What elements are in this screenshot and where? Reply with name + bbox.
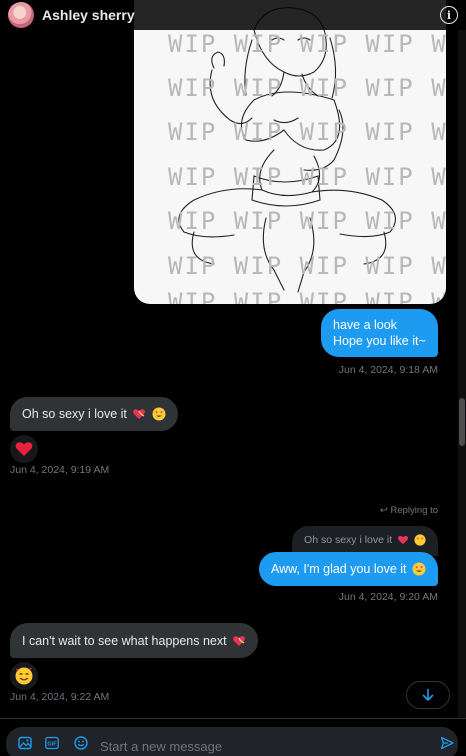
conversation-area[interactable]: WIP WIP WIP WIP WIP WIP WIP WIP WIP WIP … — [0, 0, 458, 718]
emoji-icon[interactable] — [74, 736, 88, 750]
incoming-message[interactable]: I can't wait to see what happens next — [10, 623, 259, 658]
message-timestamp: Jun 4, 2024, 9:19 AM — [10, 464, 110, 476]
watermark-text: WIP WIP WIP WIP WIP — [168, 118, 446, 146]
scrollbar-thumb[interactable] — [459, 398, 465, 446]
outgoing-message[interactable]: Aww, I'm glad you love it — [258, 552, 438, 586]
heart-eyes-icon — [412, 562, 426, 576]
conversation-title[interactable]: Ashley sherry — [42, 7, 135, 23]
message-text: have a look — [333, 318, 397, 332]
heart-icon — [15, 442, 33, 456]
outgoing-message[interactable]: have a look Hope you like it~ — [321, 309, 438, 357]
scroll-to-bottom-button[interactable] — [406, 681, 450, 709]
scrollbar[interactable] — [458, 0, 466, 718]
reaction-badge[interactable] — [10, 435, 38, 463]
image-attachment[interactable]: WIP WIP WIP WIP WIP WIP WIP WIP WIP WIP … — [134, 0, 446, 304]
info-icon[interactable]: i — [440, 6, 458, 24]
message-timestamp: Jun 4, 2024, 9:18 AM — [338, 364, 438, 376]
watermark-text: WIP WIP WIP WIP WIP — [168, 30, 446, 58]
message-text: Hope you like it~ — [333, 334, 426, 348]
smiling-face-with-hearts-icon — [15, 667, 33, 685]
message-text: Oh so sexy i love it — [22, 407, 127, 421]
heart-eyes-icon — [152, 407, 166, 421]
heart-ribbon-icon — [398, 535, 409, 545]
message-composer: GIF — [0, 718, 466, 756]
avatar[interactable] — [8, 2, 34, 28]
image-icon[interactable] — [18, 736, 32, 750]
incoming-message[interactable]: Oh so sexy i love it — [10, 397, 178, 431]
svg-text:GIF: GIF — [47, 742, 57, 748]
message-timestamp: Jun 4, 2024, 9:22 AM — [10, 691, 110, 703]
heart-eyes-icon — [414, 534, 426, 546]
arrow-down-icon — [422, 688, 434, 701]
reaction-badge[interactable] — [10, 662, 38, 690]
send-icon[interactable] — [440, 736, 454, 750]
replying-to-label: ↩ Replying to — [379, 505, 438, 516]
quoted-text: Oh so sexy i love it — [304, 534, 393, 546]
conversation-header: Ashley sherry i — [0, 0, 466, 30]
message-input[interactable] — [100, 736, 420, 756]
message-text: Aww, I'm glad you love it — [270, 562, 407, 576]
watermark-text: WIP WIP WIP WIP WIP — [168, 163, 446, 191]
message-timestamp: Jun 4, 2024, 9:20 AM — [338, 591, 438, 603]
watermark-text: WIP WIP WIP WIP WIP — [168, 252, 446, 280]
message-text: I can't wait to see what happens next — [22, 634, 227, 648]
watermark-text: WIP WIP WIP WIP WIP — [168, 288, 446, 304]
watermark-text: WIP WIP WIP WIP WIP — [168, 207, 446, 235]
gif-icon[interactable]: GIF — [45, 736, 59, 750]
reply-arrow-icon: ↩ — [379, 505, 388, 516]
watermark-text: WIP WIP WIP WIP WIP — [168, 74, 446, 102]
heart-ribbon-icon — [133, 409, 146, 419]
heart-ribbon-icon — [233, 636, 245, 646]
